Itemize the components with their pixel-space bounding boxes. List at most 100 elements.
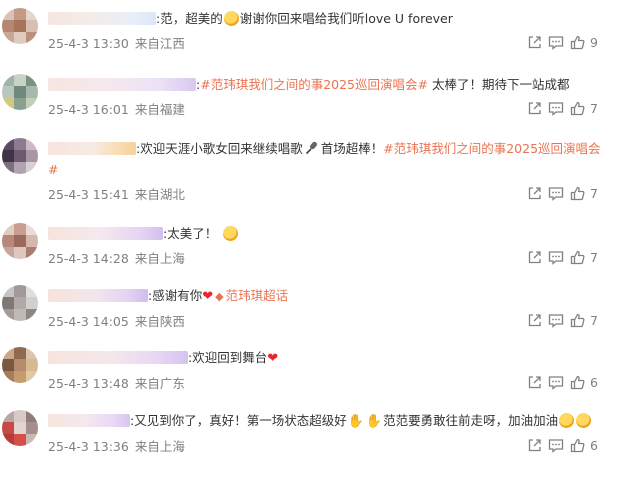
- comment-text: :欢迎回到舞台❤: [48, 347, 610, 369]
- timestamp: 25-4-3 13:48: [48, 376, 129, 391]
- location: 来自上海: [134, 251, 185, 266]
- location: 来自湖北: [134, 187, 185, 202]
- reply-button[interactable]: [548, 313, 564, 328]
- comment-body: :感谢有你❤ ◆ 范玮琪超话 25-4-3 14:05 来自陕西 7: [48, 285, 610, 329]
- share-icon: [528, 313, 541, 326]
- like-button[interactable]: 7: [570, 250, 604, 265]
- like-count: 6: [590, 374, 598, 390]
- share-button[interactable]: [527, 101, 542, 116]
- share-icon: [528, 35, 541, 48]
- comment-icon: [548, 101, 564, 116]
- comment-meta: 25-4-3 13:36 来自上海 6: [48, 436, 610, 455]
- comment-content: 太美了！: [167, 226, 218, 241]
- like-button[interactable]: 7: [570, 101, 604, 116]
- comment-text: :感谢有你❤ ◆ 范玮琪超话: [48, 285, 610, 307]
- comment-actions: 7: [506, 248, 610, 266]
- diamond-icon: ◆: [215, 290, 224, 303]
- comment-text: :欢迎天涯小歌女回来继续唱歌 首场超棒！#范玮琪我们之间的事2025巡回演唱会#: [48, 138, 610, 180]
- like-button[interactable]: 7: [570, 313, 604, 328]
- comment-content-2: 范范要勇敢往前走呀，加油加油: [383, 413, 559, 428]
- reply-button[interactable]: [548, 35, 564, 50]
- location: 来自广东: [134, 376, 185, 391]
- avatar[interactable]: [2, 347, 38, 383]
- avatar[interactable]: [2, 8, 38, 44]
- like-count: 7: [590, 249, 598, 265]
- location: 来自上海: [134, 439, 185, 454]
- like-count: 7: [590, 100, 598, 116]
- avatar[interactable]: [2, 285, 38, 321]
- comment-meta: 25-4-3 14:28 来自上海 7: [48, 248, 610, 267]
- timestamp: 25-4-3 14:05: [48, 314, 129, 329]
- reply-button[interactable]: [548, 250, 564, 265]
- share-button[interactable]: [527, 35, 542, 50]
- comment-text: :又见到你了，真好！第一场状态超级好✋ ✋范范要勇敢往前走呀，加油加油: [48, 410, 610, 432]
- thumbs-up-icon: [570, 186, 585, 200]
- comment-icon: [548, 438, 564, 453]
- username[interactable]: [48, 414, 130, 427]
- comment-actions: 7: [506, 311, 610, 329]
- hand-gesture-icon: ✋: [347, 414, 364, 429]
- comment-text: :太美了！: [48, 223, 610, 244]
- timestamp: 25-4-3 15:41: [48, 187, 129, 202]
- share-icon: [528, 438, 541, 451]
- location: 来自江西: [134, 36, 185, 51]
- timestamp: 25-4-3 14:28: [48, 251, 129, 266]
- microphone-icon: [305, 141, 317, 155]
- reply-button[interactable]: [548, 375, 564, 390]
- comment-icon: [548, 313, 564, 328]
- like-button[interactable]: 7: [570, 186, 604, 201]
- like-count: 7: [590, 185, 598, 201]
- share-icon: [528, 101, 541, 114]
- location: 来自福建: [134, 102, 185, 117]
- hand-gesture-icon: ✋: [365, 414, 383, 429]
- comment-content: 又见到你了，真好！第一场状态超级好: [134, 413, 347, 428]
- username[interactable]: [48, 12, 156, 25]
- like-button[interactable]: 6: [570, 375, 604, 390]
- comment-meta: 25-4-3 14:05 来自陕西 7: [48, 311, 610, 330]
- share-button[interactable]: [527, 186, 542, 201]
- comment-body: :欢迎天涯小歌女回来继续唱歌 首场超棒！#范玮琪我们之间的事2025巡回演唱会# …: [48, 138, 610, 202]
- comment-meta: 25-4-3 15:41 来自湖北 7: [48, 184, 610, 203]
- like-count: 7: [590, 312, 598, 328]
- supertopic-link[interactable]: 范玮琪超话: [226, 288, 289, 303]
- reply-button[interactable]: [548, 186, 564, 201]
- comment-icon: [548, 35, 564, 50]
- heart-icon: ❤: [202, 289, 214, 304]
- thumbs-up-icon: [570, 375, 585, 389]
- love-face-emoji-icon: [559, 413, 575, 428]
- avatar[interactable]: [2, 410, 38, 446]
- comment-icon: [548, 250, 564, 265]
- share-button[interactable]: [527, 438, 542, 453]
- comment-content-2: 谢谢你回来唱给我们听love U forever: [239, 11, 453, 26]
- comment-actions: 9: [506, 33, 610, 51]
- like-count: 6: [590, 437, 598, 453]
- username[interactable]: [48, 289, 148, 302]
- comment-meta: 25-4-3 13:48 来自广东 6: [48, 373, 610, 392]
- avatar[interactable]: [2, 74, 38, 110]
- comment-list: :范，超美的 谢谢你回来唱给我们听love U forever 25-4-3 13…: [0, 0, 617, 479]
- comment-content-2: 首场超棒！: [320, 141, 384, 156]
- comment-body: :范，超美的 谢谢你回来唱给我们听love U forever 25-4-3 13…: [48, 8, 610, 51]
- love-face-emoji-icon: [576, 413, 592, 428]
- username[interactable]: [48, 351, 188, 364]
- avatar[interactable]: [2, 223, 38, 259]
- comment-body: :太美了！ 25-4-3 14:28 来自上海 7: [48, 223, 610, 266]
- hashtag-link[interactable]: #范玮琪我们之间的事2025巡回演唱会#: [200, 77, 428, 92]
- like-button[interactable]: 6: [570, 438, 604, 453]
- share-button[interactable]: [527, 375, 542, 390]
- share-button[interactable]: [527, 250, 542, 265]
- reply-button[interactable]: [548, 101, 564, 116]
- comment-meta: 25-4-3 16:01 来自福建 7: [48, 99, 610, 118]
- comment-content: 欢迎回到舞台: [192, 350, 268, 365]
- comment-content: 范，超美的: [160, 11, 223, 26]
- comment-body: :欢迎回到舞台❤ 25-4-3 13:48 来自广东 6: [48, 347, 610, 391]
- username[interactable]: [48, 227, 163, 240]
- like-button[interactable]: 9: [570, 35, 604, 50]
- comment-meta: 25-4-3 13:30 来自江西 9: [48, 33, 610, 52]
- comment-content: 感谢有你: [152, 288, 203, 303]
- avatar[interactable]: [2, 138, 38, 174]
- share-button[interactable]: [527, 313, 542, 328]
- reply-button[interactable]: [548, 438, 564, 453]
- username[interactable]: [48, 142, 136, 155]
- username[interactable]: [48, 78, 196, 91]
